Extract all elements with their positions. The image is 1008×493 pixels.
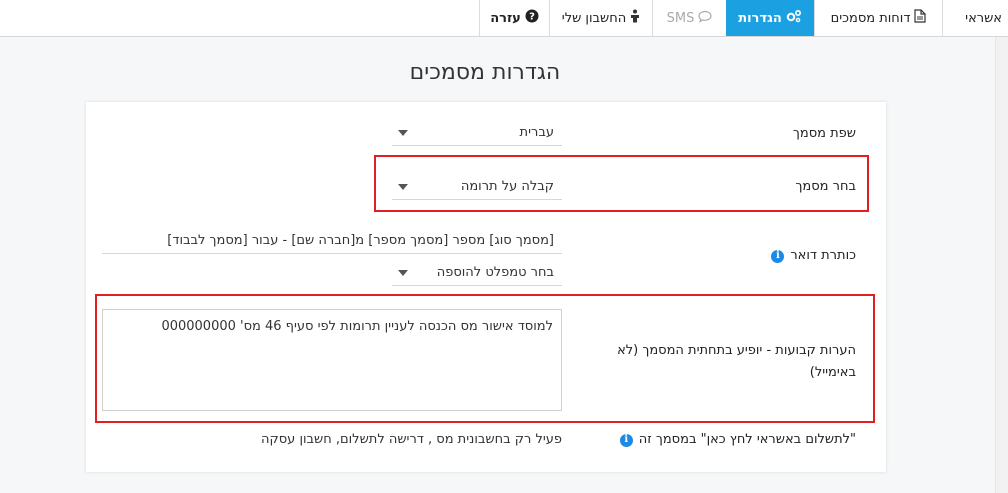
notes-label-text: הערות קבועות - יופיע בתחתית המסמך (לא בא… [617, 343, 856, 380]
tab-settings[interactable]: הגדרות [726, 0, 814, 36]
gears-icon [786, 9, 802, 27]
scrollbar-track[interactable] [995, 37, 1008, 493]
tab-help-label: עזרה [490, 10, 521, 26]
tab-credit-label: אשראי [965, 10, 1002, 26]
chat-bubble-icon [698, 10, 712, 27]
document-select-value: קבלה על תרומה [460, 179, 554, 194]
tab-document-reports-label: דוחות מסמכים [830, 10, 911, 26]
top-navigation-bar: אשראי דוחות מסמכים הגדרות SMS החשבון שלי [0, 0, 1008, 37]
notes-textarea[interactable]: למוסד אישור מס הכנסה לעניין תרומות לפי ס… [102, 309, 562, 411]
tab-my-account[interactable]: החשבון שלי [549, 0, 652, 36]
svg-text:?: ? [529, 12, 535, 23]
question-circle-icon: ? [525, 9, 539, 27]
email-title-input-value: [מסמך סוג] מספר [מסמך מספר] מ[חברה שם] -… [167, 233, 554, 248]
email-title-input[interactable]: [מסמך סוג] מספר [מסמך מספר] מ[חברה שם] -… [102, 228, 562, 254]
settings-card: שפת מסמך עברית בחר מסמך קבלה על תרומה כו… [86, 102, 886, 472]
tab-sms-label: SMS [666, 10, 695, 26]
tab-credit[interactable]: אשראי [942, 0, 1008, 36]
notes-textarea-value: למוסד אישור מס הכנסה לעניין תרומות לפי ס… [161, 319, 553, 334]
email-title-label-text: כותרת דואר [790, 248, 856, 263]
nav-tabs: אשראי דוחות מסמכים הגדרות SMS החשבון שלי [479, 0, 1008, 36]
pay-link-label: "לתשלום באשראי לחץ כאן" במסמך זה i [619, 430, 856, 450]
language-select[interactable]: עברית [392, 120, 562, 146]
email-title-label: כותרת דואר i [771, 246, 856, 266]
language-label: שפת מסמך [793, 124, 856, 144]
tab-sms[interactable]: SMS [652, 0, 726, 36]
user-icon [630, 9, 640, 27]
language-select-value: עברית [519, 125, 554, 140]
tab-document-reports[interactable]: דוחות מסמכים [814, 0, 942, 36]
chevron-down-icon [398, 129, 408, 136]
tab-my-account-label: החשבון שלי [561, 10, 627, 26]
chevron-down-icon [398, 183, 408, 190]
document-label-text: בחר מסמך [795, 179, 856, 194]
page-title: הגדרות מסמכים [409, 60, 561, 85]
document-icon [914, 9, 927, 27]
notes-label: הערות קבועות - יופיע בתחתית המסמך (לא בא… [586, 340, 856, 384]
pay-link-label-text: "לתשלום באשראי לחץ כאן" במסמך זה [638, 432, 856, 447]
document-select[interactable]: קבלה על תרומה [392, 174, 562, 200]
pay-link-value-text: פעיל רק בחשבונית מס , דרישה לתשלום, חשבו… [261, 432, 562, 447]
language-label-text: שפת מסמך [792, 126, 856, 141]
document-label: בחר מסמך [795, 177, 856, 197]
pay-link-value: פעיל רק בחשבונית מס , דרישה לתשלום, חשבו… [261, 432, 562, 447]
chevron-down-icon [398, 269, 408, 276]
tab-settings-label: הגדרות [738, 10, 782, 26]
template-select-value: בחר טמפלט להוספה [436, 265, 554, 280]
info-icon[interactable]: i [771, 249, 785, 263]
info-icon[interactable]: i [619, 433, 633, 447]
template-select[interactable]: בחר טמפלט להוספה [392, 260, 562, 286]
tab-help[interactable]: ? עזרה [479, 0, 549, 36]
